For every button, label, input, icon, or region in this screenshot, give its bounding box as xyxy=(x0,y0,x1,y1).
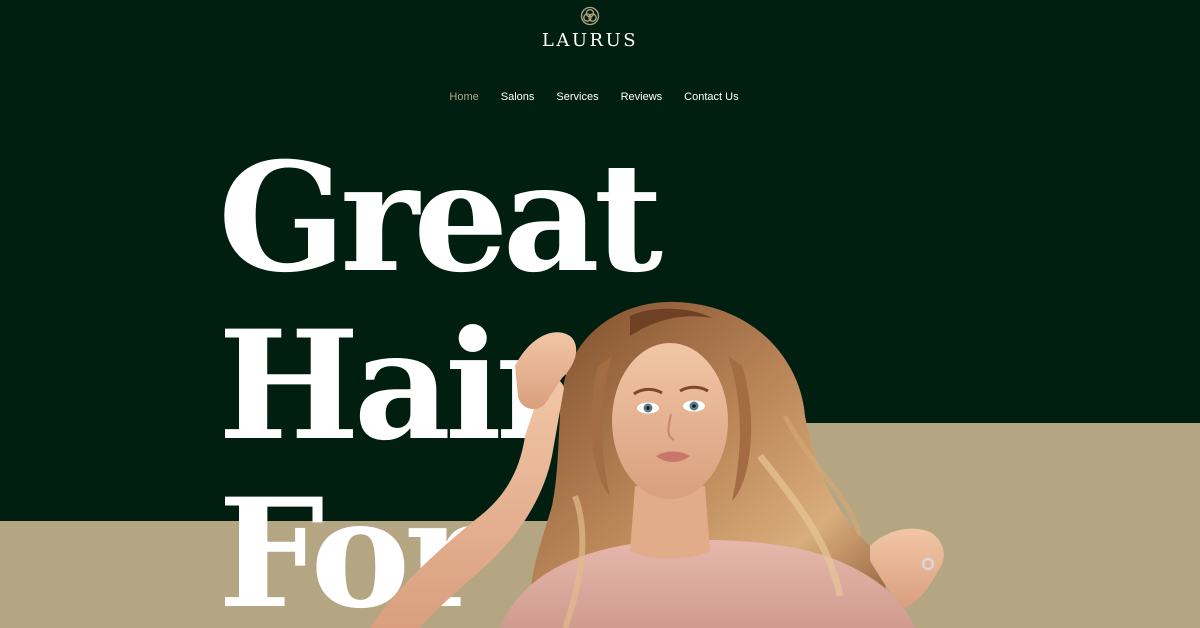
hero-line-1: Great xyxy=(218,130,663,306)
main-nav: Home Salons Services Reviews Contact Us xyxy=(0,88,1200,106)
flower-knot-icon xyxy=(580,6,600,26)
nav-home[interactable]: Home xyxy=(449,88,478,106)
nav-reviews[interactable]: Reviews xyxy=(621,88,663,106)
nav-contact-us[interactable]: Contact Us xyxy=(684,88,738,106)
landing-page: LAURUS Home Salons Services Reviews Cont… xyxy=(0,0,1200,628)
logo-link[interactable]: LAURUS xyxy=(500,6,680,52)
brand-name: LAURUS xyxy=(541,30,639,51)
nav-services[interactable]: Services xyxy=(556,88,598,106)
nav-salons[interactable]: Salons xyxy=(501,88,535,106)
model-photo xyxy=(370,301,944,628)
